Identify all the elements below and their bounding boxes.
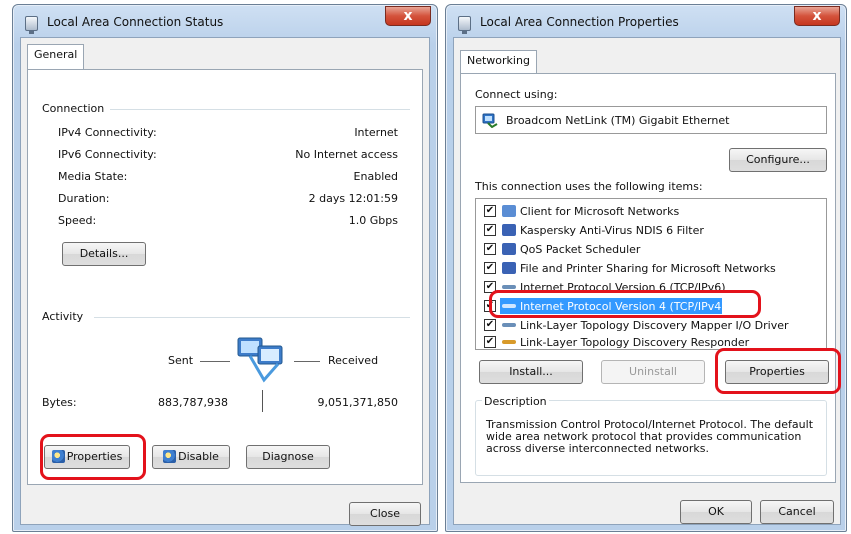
details-button[interactable]: Details... (62, 242, 146, 266)
status-client-area: General Connection IPv4 Connectivity: In… (20, 37, 430, 526)
tab-general[interactable]: General (27, 44, 85, 70)
activity-heading: Activity (42, 310, 84, 323)
general-panel: Connection IPv4 Connectivity: Internet I… (27, 69, 423, 485)
item-label: QoS Packet Scheduler (520, 243, 641, 256)
list-item[interactable]: ✔ QoS Packet Scheduler (476, 240, 826, 258)
item-checkbox[interactable]: ✔ (484, 243, 496, 255)
network-adapter-icon (482, 113, 498, 128)
status-window: Local Area Connection Status x General C… (12, 4, 438, 532)
status-window-title: Local Area Connection Status (47, 15, 224, 29)
highlight-ring-ipv4 (489, 290, 761, 318)
bytes-separator (262, 390, 263, 412)
network-monitor-icon (458, 16, 471, 34)
list-item[interactable]: ✔ Link-Layer Topology Discovery Mapper I… (476, 316, 826, 334)
ipv4-label: IPv4 Connectivity: (58, 126, 157, 139)
highlight-ring-status-properties (40, 434, 146, 480)
ok-button[interactable]: OK (680, 500, 752, 524)
description-text: Transmission Control Protocol/Internet P… (486, 418, 814, 455)
tab-networking[interactable]: Networking (460, 50, 537, 74)
ipv6-value: No Internet access (295, 148, 398, 161)
network-computers-icon (237, 337, 283, 383)
list-item[interactable]: ✔ Client for Microsoft Networks (476, 202, 826, 220)
received-label: Received (328, 354, 379, 367)
install-button[interactable]: Install... (479, 360, 583, 384)
item-checkbox[interactable]: ✔ (484, 205, 496, 217)
item-checkbox[interactable]: ✔ (484, 319, 496, 331)
configure-button[interactable]: Configure... (729, 148, 827, 172)
window-close-button[interactable]: x (794, 6, 840, 26)
shield-icon (163, 450, 177, 463)
connection-divider (110, 109, 410, 110)
item-label: Link-Layer Topology Discovery Mapper I/O… (520, 319, 789, 332)
items-list[interactable]: ✔ Client for Microsoft Networks ✔ Kasper… (475, 198, 827, 350)
ipv6-label: IPv6 Connectivity: (58, 148, 157, 161)
properties-window: Local Area Connection Properties x Netwo… (445, 4, 847, 532)
uninstall-button[interactable]: Uninstall (601, 360, 705, 384)
network-client-icon (502, 205, 516, 217)
item-label: Client for Microsoft Networks (520, 205, 680, 218)
ipv4-value: Internet (354, 126, 398, 139)
highlight-ring-properties (715, 348, 841, 394)
item-checkbox[interactable]: ✔ (484, 336, 496, 348)
network-service-icon (502, 243, 516, 255)
list-item[interactable]: ✔ Kaspersky Anti-Virus NDIS 6 Filter (476, 221, 826, 239)
bytes-label: Bytes: (42, 396, 77, 409)
adapter-name: Broadcom NetLink (TM) Gigabit Ethernet (506, 114, 730, 127)
diagnose-button[interactable]: Diagnose (246, 445, 330, 469)
network-service-icon (502, 262, 516, 274)
sent-line (200, 361, 230, 362)
connect-using-label: Connect using: (475, 88, 558, 101)
close-button[interactable]: Close (349, 502, 421, 526)
item-label: Link-Layer Topology Discovery Responder (520, 336, 750, 349)
item-label: Kaspersky Anti-Virus NDIS 6 Filter (520, 224, 704, 237)
speed-label: Speed: (58, 214, 97, 227)
description-group: Description Transmission Control Protoco… (475, 395, 827, 476)
status-titlebar[interactable]: Local Area Connection Status x (13, 5, 437, 37)
item-checkbox[interactable]: ✔ (484, 262, 496, 274)
item-checkbox[interactable]: ✔ (484, 224, 496, 236)
duration-value: 2 days 12:01:59 (308, 192, 398, 205)
adapter-box: Broadcom NetLink (TM) Gigabit Ethernet (475, 106, 827, 134)
disable-button[interactable]: Disable (152, 445, 230, 469)
properties-window-title: Local Area Connection Properties (480, 15, 679, 29)
activity-divider (94, 317, 410, 318)
protocol-icon (502, 285, 516, 289)
items-label: This connection uses the following items… (475, 180, 703, 193)
sent-label: Sent (168, 354, 194, 367)
window-close-button[interactable]: x (385, 6, 431, 26)
item-label: File and Printer Sharing for Microsoft N… (520, 262, 776, 275)
media-state-label: Media State: (58, 170, 128, 183)
cancel-button[interactable]: Cancel (760, 500, 834, 524)
received-line (294, 361, 320, 362)
protocol-icon (502, 340, 516, 344)
disable-label: Disable (178, 450, 219, 463)
media-state-value: Enabled (353, 170, 398, 183)
bytes-sent-value: 883,787,938 (158, 396, 228, 409)
duration-label: Duration: (58, 192, 110, 205)
speed-value: 1.0 Gbps (348, 214, 398, 227)
network-service-icon (502, 224, 516, 236)
networking-panel: Connect using: Broadcom NetLink (TM) Gig… (460, 73, 841, 483)
properties-client-area: Networking Connect using: Broadcom NetLi… (453, 37, 841, 525)
connection-heading: Connection (42, 102, 105, 115)
protocol-icon (502, 323, 516, 327)
network-monitor-icon (25, 16, 38, 34)
list-item[interactable]: ✔ File and Printer Sharing for Microsoft… (476, 259, 826, 277)
properties-titlebar[interactable]: Local Area Connection Properties x (446, 5, 846, 37)
bytes-received-value: 9,051,371,850 (317, 396, 398, 409)
description-heading: Description (482, 395, 549, 408)
